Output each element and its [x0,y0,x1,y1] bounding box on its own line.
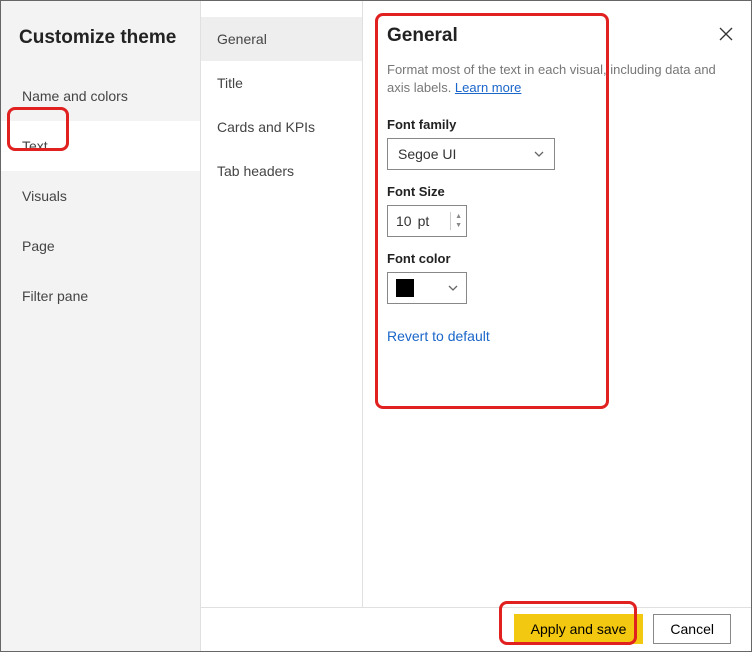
sidebar-item-page[interactable]: Page [1,221,200,271]
sidebar-subcategories: General Title Cards and KPIs Tab headers [201,1,363,609]
spinner-down-icon[interactable]: ▼ [451,221,466,230]
font-size-input[interactable]: 10 pt ▲ ▼ [387,205,467,237]
revert-to-default-link[interactable]: Revert to default [387,328,727,344]
font-color-label: Font color [387,251,727,266]
sub-item-title[interactable]: Title [201,61,362,105]
sub-item-general[interactable]: General [201,17,362,61]
font-color-picker[interactable] [387,272,467,304]
panel-heading: General [387,25,727,61]
sidebar-item-visuals[interactable]: Visuals [1,171,200,221]
learn-more-link[interactable]: Learn more [455,80,521,95]
sidebar-item-name-colors[interactable]: Name and colors [1,71,200,121]
spinner-up-icon[interactable]: ▲ [451,212,466,221]
dialog-title: Customize theme [1,1,200,71]
apply-and-save-button[interactable]: Apply and save [514,614,644,644]
font-family-value: Segoe UI [398,146,456,162]
settings-panel: General Format most of the text in each … [363,1,751,609]
font-size-label: Font Size [387,184,727,199]
font-size-unit: pt [418,213,430,229]
sub-item-tab-headers[interactable]: Tab headers [201,149,362,193]
close-button[interactable] [719,27,733,46]
color-swatch [396,279,414,297]
font-family-label: Font family [387,117,727,132]
chevron-down-icon [534,149,544,159]
font-size-value: 10 [396,213,412,229]
chevron-down-icon [448,283,458,293]
sidebar-item-text[interactable]: Text [1,121,200,171]
cancel-button[interactable]: Cancel [653,614,731,644]
spinner-arrows: ▲ ▼ [450,212,466,230]
dialog-footer: Apply and save Cancel [201,607,751,651]
desc-text: Format most of the text in each visual, … [387,62,716,95]
sidebar-item-filter-pane[interactable]: Filter pane [1,271,200,321]
sidebar-categories: Customize theme Name and colors Text Vis… [1,1,201,651]
font-family-select[interactable]: Segoe UI [387,138,555,170]
sub-item-cards-kpis[interactable]: Cards and KPIs [201,105,362,149]
panel-description: Format most of the text in each visual, … [387,61,727,97]
close-icon [719,27,733,41]
